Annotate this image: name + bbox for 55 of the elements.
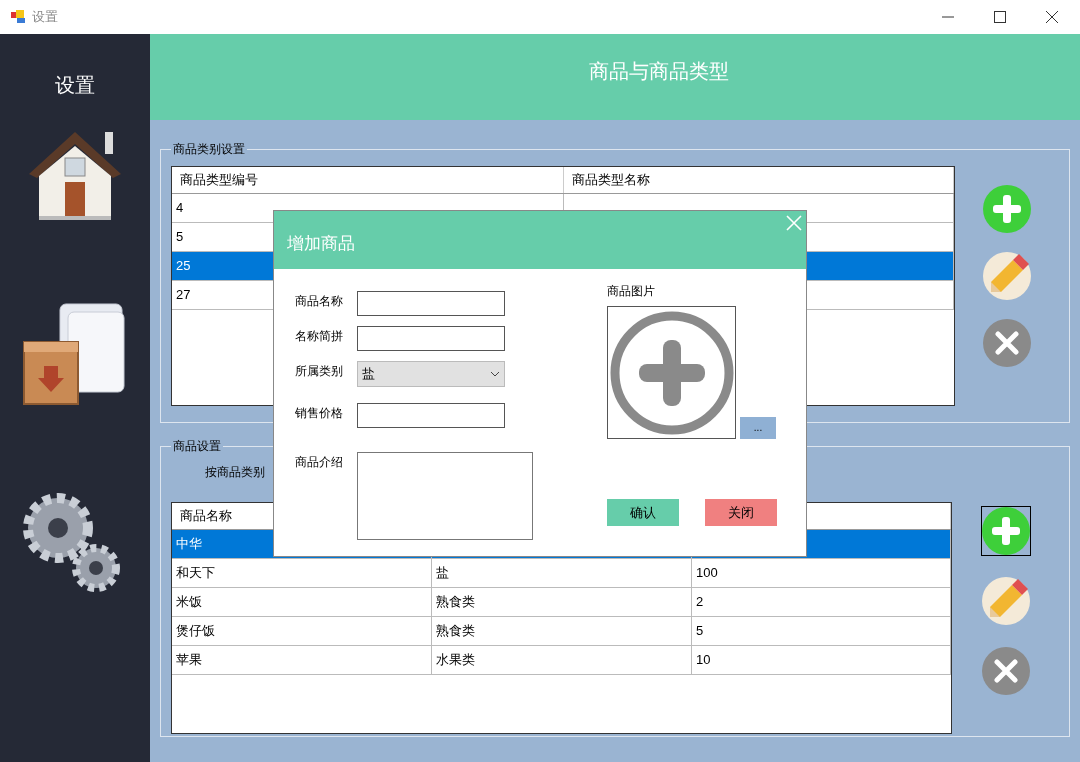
close-icon [983, 319, 1031, 367]
close-icon[interactable] [1046, 11, 1058, 23]
image-box[interactable] [607, 306, 736, 439]
add-icon [983, 185, 1031, 233]
browse-button[interactable]: ... [740, 417, 776, 439]
table-cell: 熟食类 [432, 588, 692, 616]
pencil-icon [983, 252, 1031, 300]
close-icon [981, 647, 1030, 695]
group-title: 商品类别设置 [172, 141, 246, 158]
text-field[interactable] [357, 403, 505, 428]
add-icon [981, 507, 1030, 555]
app-icon [10, 9, 26, 25]
edit-button[interactable] [980, 576, 1031, 626]
delete-button[interactable] [980, 646, 1031, 696]
description-field[interactable] [357, 452, 533, 540]
group-title: 商品设置 [172, 438, 222, 455]
table-cell: 2 [692, 588, 951, 616]
header-title: 商品与商品类型 [589, 59, 729, 84]
sidebar-title: 设置 [55, 73, 95, 98]
column-header[interactable]: 商品类型编号 [172, 167, 564, 193]
add-image-icon [608, 309, 735, 436]
field-label: 商品名称 [295, 293, 344, 310]
text-field[interactable] [357, 326, 505, 351]
chevron-down-icon [490, 371, 500, 377]
confirm-button[interactable]: 确认 [607, 499, 679, 526]
maximize-icon[interactable] [994, 11, 1006, 23]
field-label: 所属类别 [295, 363, 344, 380]
table-row[interactable]: 苹果 水果类 10 [172, 646, 951, 675]
close-button[interactable]: 关闭 [705, 499, 777, 526]
table-row[interactable]: 米饭 熟食类 2 [172, 588, 951, 617]
pencil-icon [981, 577, 1030, 625]
table-cell: 苹果 [172, 646, 432, 674]
table-cell: 和天下 [172, 559, 432, 587]
filter-label: 按商品类别 [205, 464, 266, 481]
table-cell: 水果类 [432, 646, 692, 674]
image-label: 商品图片 [607, 283, 656, 300]
table-cell: 米饭 [172, 588, 432, 616]
table-cell: 盐 [432, 559, 692, 587]
delete-button[interactable] [982, 318, 1032, 368]
table-cell: 熟食类 [432, 617, 692, 645]
table-row[interactable]: 和天下 盐 100 [172, 559, 951, 588]
text-field[interactable] [357, 291, 505, 316]
table-row[interactable]: 煲仔饭 熟食类 5 [172, 617, 951, 646]
field-label: 销售价格 [295, 405, 344, 422]
table-cell: 10 [692, 646, 951, 674]
table-cell: 5 [692, 617, 951, 645]
field-label: 商品介绍 [295, 454, 344, 471]
table-cell: 煲仔饭 [172, 617, 432, 645]
table-cell: 100 [692, 559, 951, 587]
window-title: 设置 [32, 8, 58, 27]
field-label: 名称简拼 [295, 328, 344, 345]
column-header[interactable]: 商品类型名称 [563, 167, 954, 193]
add-button[interactable] [980, 506, 1031, 556]
dropdown[interactable]: 盐 [357, 361, 505, 387]
edit-button[interactable] [982, 251, 1032, 301]
